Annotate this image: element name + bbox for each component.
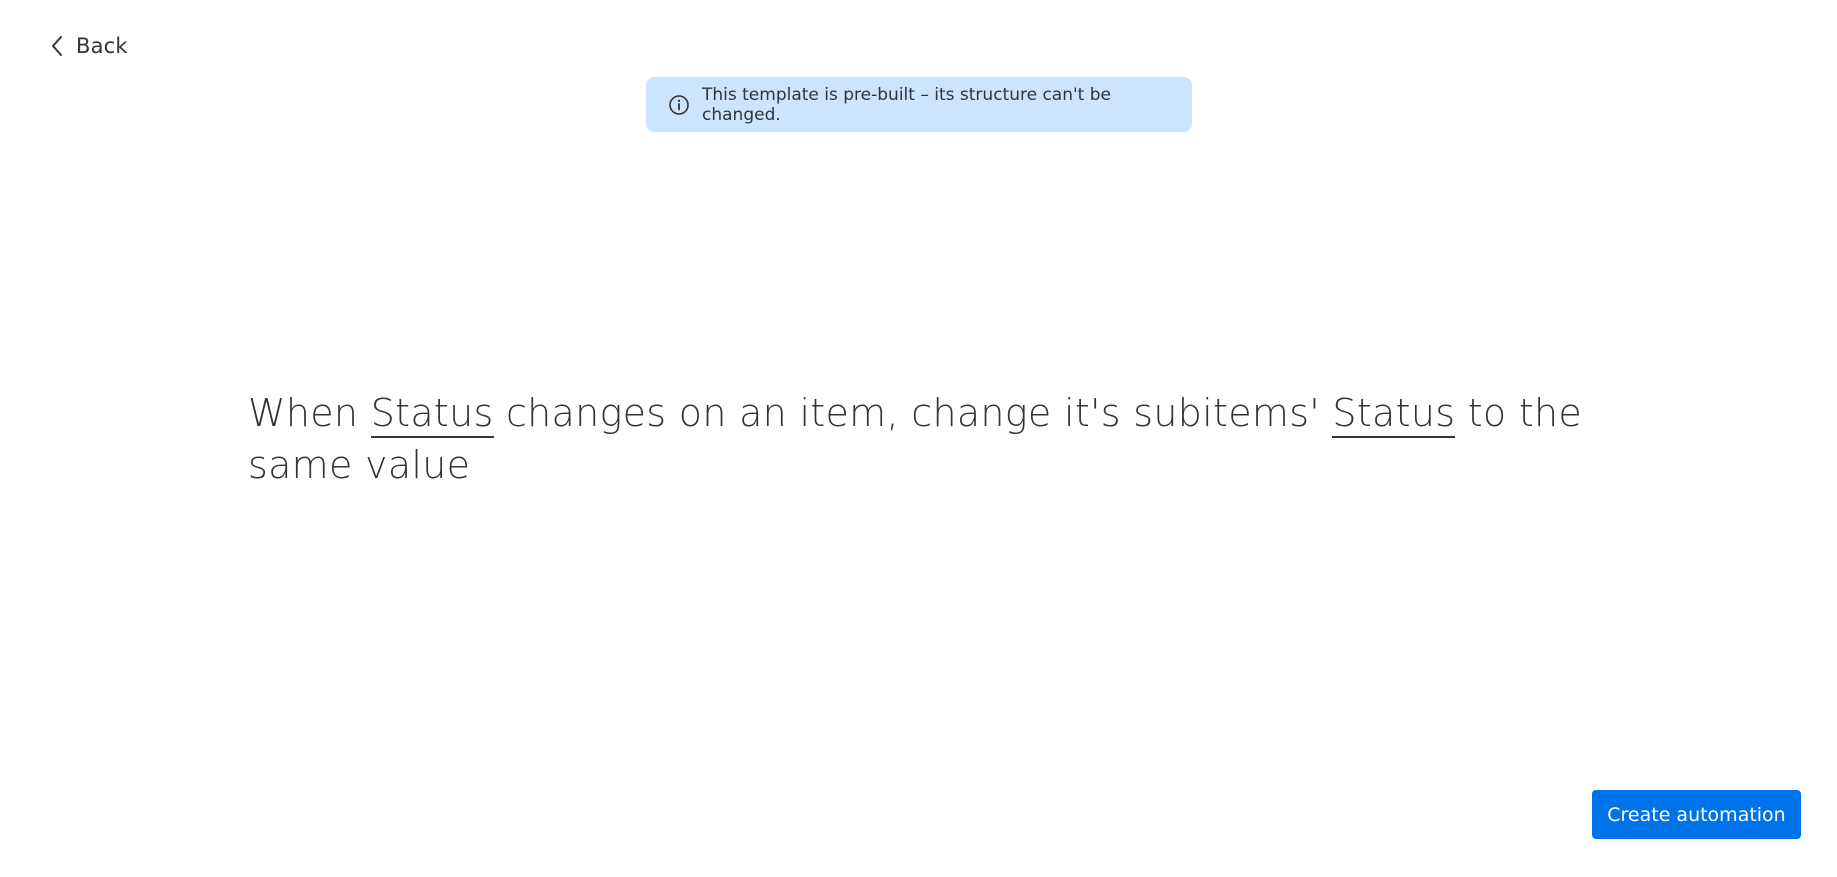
- recipe-text-middle: changes on an item, change it's subitems…: [493, 391, 1333, 435]
- recipe-text-when: When: [248, 391, 371, 435]
- info-icon: [668, 94, 690, 116]
- create-automation-button[interactable]: Create automation: [1592, 790, 1801, 839]
- status-column-token-trigger[interactable]: Status: [370, 391, 494, 438]
- back-button[interactable]: Back: [48, 30, 128, 62]
- chevron-left-icon: [48, 36, 66, 56]
- status-column-token-action[interactable]: Status: [1332, 391, 1456, 438]
- automation-recipe-sentence: When Status changes on an item, change i…: [248, 387, 1588, 491]
- info-banner: This template is pre-built – its structu…: [646, 77, 1192, 132]
- banner-text: This template is pre-built – its structu…: [702, 84, 1111, 125]
- back-label: Back: [76, 34, 128, 58]
